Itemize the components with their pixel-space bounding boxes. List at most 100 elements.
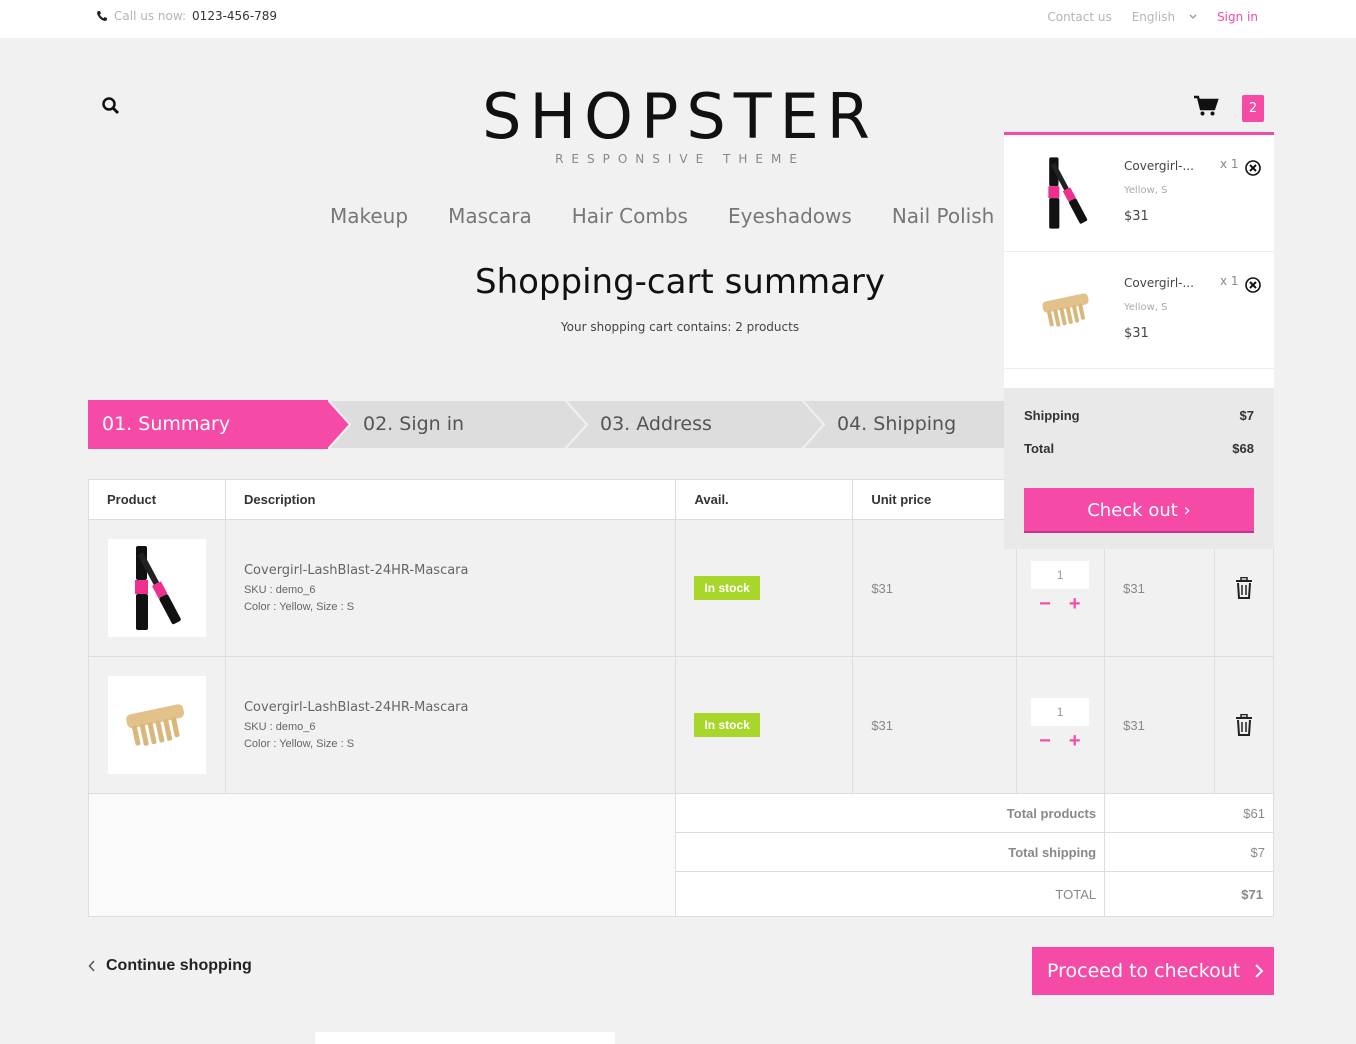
phone-number: 0123-456-789 [192,9,278,23]
header-avail: Avail. [675,479,854,520]
mini-cart-item-name[interactable]: Covergirl-... [1124,276,1194,290]
trash-icon [1236,577,1252,599]
main-nav: Makeup Mascara Hair Combs Eyeshadows Nai… [330,204,994,228]
mini-cart-image[interactable] [1032,153,1102,233]
stock-badge: In stock [694,576,760,600]
product-image[interactable] [108,676,206,774]
language-select[interactable]: English [1132,10,1197,24]
total-shipping-value: $7 [1104,832,1274,872]
top-bar: Call us now: 0123-456-789 Contact us Eng… [0,0,1356,38]
nav-item-mascara[interactable]: Mascara [448,204,532,228]
page-title: Shopping-cart summary [474,262,886,302]
phone-info: Call us now: 0123-456-789 [96,9,277,23]
product-attributes: Color : Yellow, Size : S [243,601,355,613]
mini-cart-image[interactable] [1032,270,1102,350]
product-description: Covergirl-LashBlast-24HR-Mascara SKU : d… [224,656,677,794]
site-tagline: RESPONSIVE THEME [555,152,805,166]
product-description: Covergirl-LashBlast-24HR-Mascara SKU : d… [224,519,677,657]
cart-summary-text: Your shopping cart contains: 2 products [560,320,800,334]
continue-shopping-label: Continue shopping [106,957,252,974]
remove-icon[interactable] [1244,276,1262,294]
product-name[interactable]: Covergirl-LashBlast-24HR-Mascara [244,700,676,715]
mini-cart-item-qty: x 1 [1220,274,1239,288]
product-image[interactable] [108,539,206,637]
top-links: Contact us English Sign in [1047,10,1258,24]
step-summary[interactable]: 01. Summary [88,400,350,449]
delete-button[interactable] [1215,714,1273,736]
mini-cart-item-attrs: Yellow, S [1124,302,1168,313]
call-label: Call us now: [114,9,187,23]
remove-icon[interactable] [1244,159,1262,177]
product-attributes: Color : Yellow, Size : S [243,738,355,750]
mini-cart-item-qty: x 1 [1220,157,1239,171]
mini-cart-item: Covergirl-... Yellow, S $31 x 1 [1004,135,1274,252]
unit-price: $31 [852,519,1018,657]
product-sku: SKU : demo_6 [243,721,316,733]
mini-cart-item-price: $31 [1124,326,1149,341]
proceed-to-checkout-button[interactable]: Proceed to checkout [1032,947,1274,995]
signin-link[interactable]: Sign in [1217,10,1258,24]
header-description: Description [224,479,677,520]
unit-price: $31 [852,656,1018,794]
nav-item-hair-combs[interactable]: Hair Combs [572,204,688,228]
nav-item-nail-polish[interactable]: Nail Polish [892,204,994,228]
site-logo[interactable]: SHOPSTER [440,80,920,153]
mini-cart-shipping-row: Shipping $7 [1024,408,1254,423]
mini-cart-total-value: $68 [1232,441,1254,456]
step-address[interactable]: 03. Address [565,400,827,449]
chevron-right-icon: › [1183,500,1191,521]
nav-item-makeup[interactable]: Makeup [330,204,408,228]
comb-image [126,704,185,746]
mini-cart-item-attrs: Yellow, S [1124,185,1168,196]
search-icon[interactable] [101,96,121,116]
language-label: English [1131,10,1176,24]
delete-button[interactable] [1215,577,1273,599]
line-total: $31 [1104,656,1215,794]
chevron-right-icon [1255,964,1264,978]
contact-link[interactable]: Contact us [1047,10,1111,24]
comb-image [1042,293,1089,327]
total-products-row: Total products $61 [87,793,1274,917]
table-row: Covergirl-LashBlast-24HR-Mascara SKU : d… [88,656,1274,794]
footer-block [315,1032,615,1044]
mini-cart-checkout-label: Check out [1087,500,1178,521]
mini-cart-shipping-label: Shipping [1024,408,1080,423]
mascara-image [135,546,181,630]
nav-item-eyeshadows[interactable]: Eyeshadows [728,204,852,228]
product-name[interactable]: Covergirl-LashBlast-24HR-Mascara [244,563,676,578]
minus-icon[interactable]: − [1039,730,1051,753]
mini-cart-checkout-button[interactable]: Check out › [1024,488,1254,533]
mini-cart-item: Covergirl-... Yellow, S $31 x 1 [1004,252,1274,369]
cart-count-badge[interactable]: 2 [1242,95,1264,122]
mini-cart-total-row: Total $68 [1024,441,1254,456]
step-address-label: 03. Address [600,413,712,435]
chevron-down-icon [1189,14,1197,19]
mini-cart-item-name[interactable]: Covergirl-... [1124,159,1194,173]
minus-icon[interactable]: − [1039,593,1051,616]
cart-icon[interactable] [1193,95,1219,117]
total-products-label: Total products [675,793,1106,833]
total-products-value: $61 [1104,793,1274,833]
phone-icon [97,11,107,21]
header-product: Product [88,479,226,520]
plus-icon[interactable]: + [1069,593,1081,616]
mini-cart-shipping-value: $7 [1239,408,1254,423]
continue-shopping-link[interactable]: Continue shopping [88,957,252,975]
step-summary-label: 01. Summary [102,413,231,435]
product-sku: SKU : demo_6 [243,584,316,596]
quantity-stepper: − + [1039,730,1104,753]
step-signin[interactable]: 02. Sign in [328,400,590,449]
step-signin-label: 02. Sign in [363,413,465,435]
quantity-input[interactable]: 1 [1031,697,1090,726]
stock-badge: In stock [694,713,760,737]
total-shipping-label: Total shipping [675,832,1106,872]
mini-cart-total-label: Total [1024,441,1055,456]
quantity-input[interactable]: 1 [1031,560,1090,589]
mini-cart-item-price: $31 [1124,209,1149,224]
proceed-label: Proceed to checkout [1047,960,1241,982]
header-unit-price: Unit price [852,479,1018,520]
mascara-image [1048,157,1088,229]
plus-icon[interactable]: + [1069,730,1081,753]
quantity-stepper: − + [1039,593,1104,616]
chevron-left-icon [88,960,95,972]
